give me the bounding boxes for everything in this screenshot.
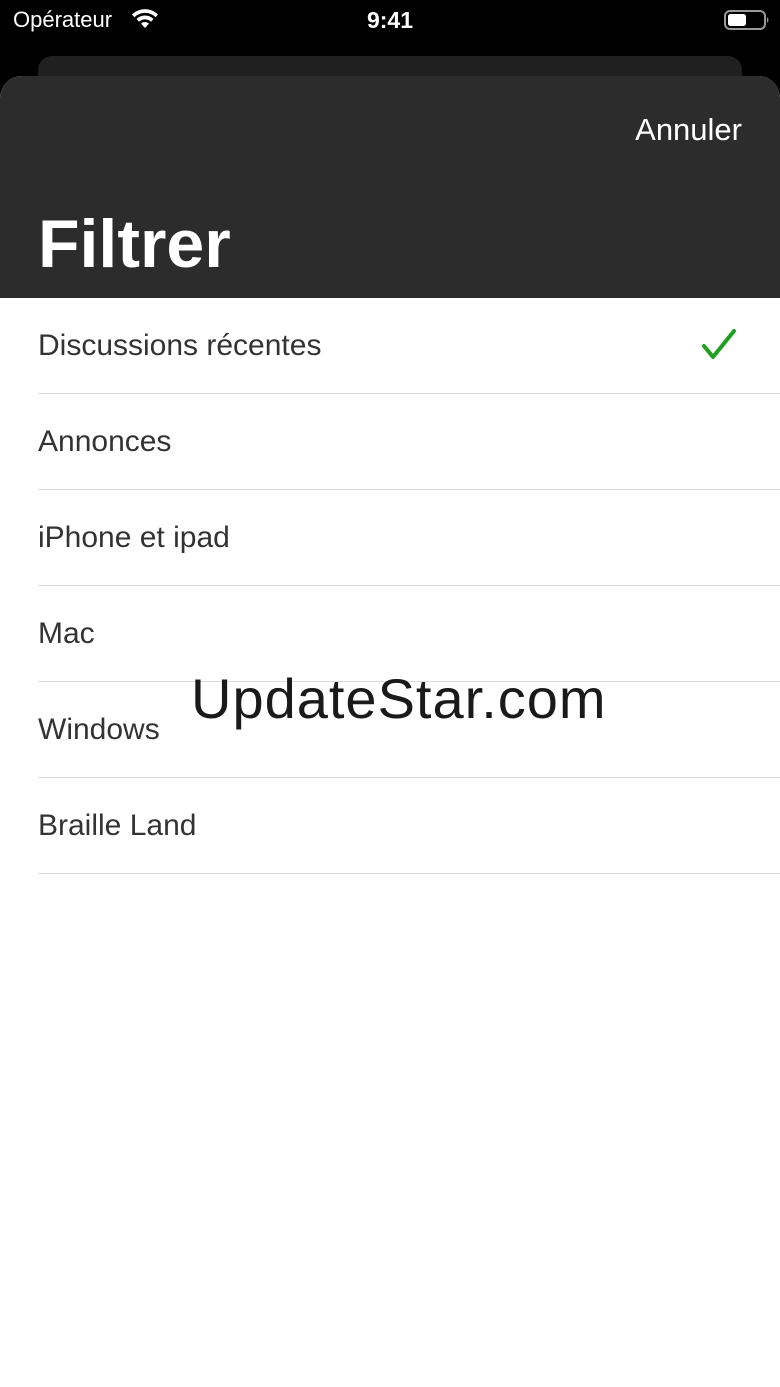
sheet-header: Annuler Filtrer bbox=[0, 76, 780, 298]
cancel-button[interactable]: Annuler bbox=[635, 110, 742, 150]
filter-item-braille-land[interactable]: Braille Land bbox=[0, 778, 780, 874]
filter-label: Braille Land bbox=[38, 809, 197, 842]
filter-label: Annonces bbox=[38, 425, 172, 458]
checkmark-icon bbox=[702, 329, 736, 359]
watermark-label: UpdateStar.com bbox=[191, 667, 607, 730]
clock: 9:41 bbox=[366, 7, 414, 33]
filter-label: Discussions récentes bbox=[38, 329, 322, 362]
filter-label: iPhone et ipad bbox=[38, 521, 230, 554]
status-bar: Opérateur 9:41 bbox=[0, 0, 780, 40]
page-title: Filtrer bbox=[38, 206, 231, 282]
battery-icon bbox=[724, 10, 769, 30]
filter-item-annonces[interactable]: Annonces bbox=[0, 394, 780, 490]
filter-list: Discussions récentes Annonces iPhone et … bbox=[0, 298, 780, 874]
filter-item-iphone-ipad[interactable]: iPhone et ipad bbox=[0, 490, 780, 586]
filter-label: Mac bbox=[38, 617, 95, 650]
filter-item-discussions-recentes[interactable]: Discussions récentes bbox=[0, 298, 780, 394]
filter-label: Windows bbox=[38, 713, 160, 746]
